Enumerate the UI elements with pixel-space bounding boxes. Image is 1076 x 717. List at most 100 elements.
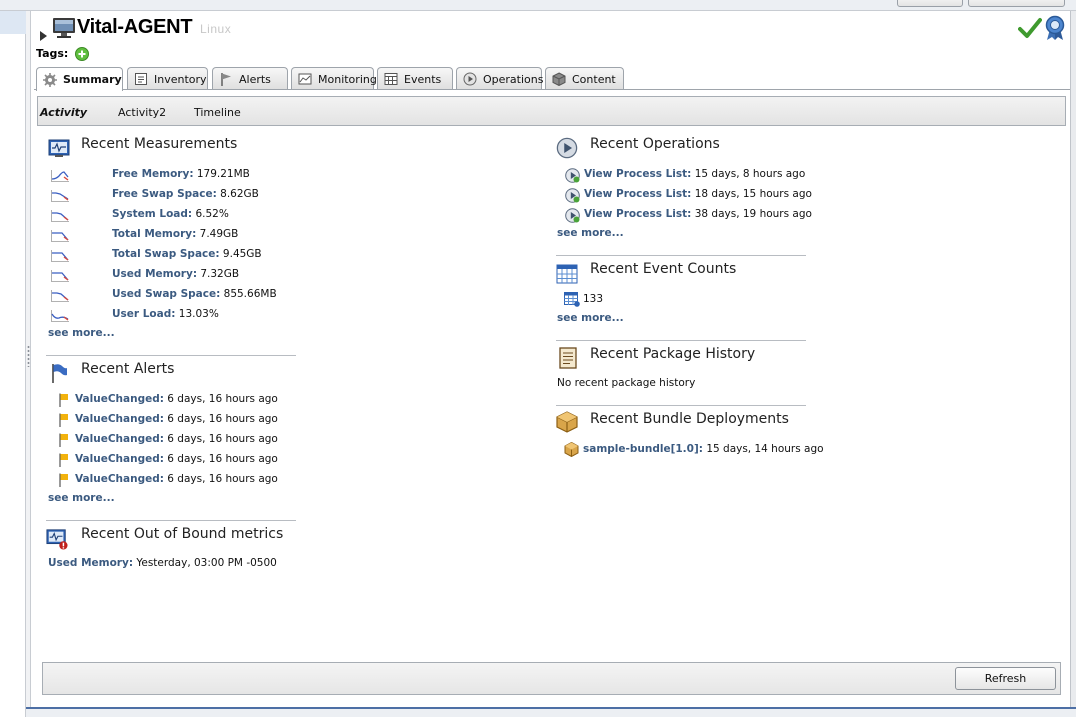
- measurement-sparkline-icon: [51, 270, 69, 282]
- measurement-sparkline-icon: [51, 210, 69, 222]
- tab-label: Alerts: [239, 72, 271, 86]
- operation-time: 38 days, 19 hours ago: [694, 208, 812, 220]
- measurement-link[interactable]: Free Swap Space:: [112, 188, 217, 200]
- left-nav-selected-row[interactable]: [0, 11, 26, 34]
- measurement-value: 13.03%: [178, 308, 219, 320]
- operations-see-more-link[interactable]: see more...: [557, 227, 624, 239]
- bottom-status-strip: [26, 707, 1076, 717]
- alert-link[interactable]: ValueChanged:: [75, 453, 164, 465]
- alert-flag-icon: [59, 413, 68, 427]
- alert-time: 6 days, 16 hours ago: [167, 393, 278, 405]
- measurements-icon: [48, 139, 70, 157]
- measurements-see-more-link[interactable]: see more...: [48, 327, 115, 339]
- measurement-link[interactable]: User Load:: [112, 308, 175, 320]
- events-see-more-link[interactable]: see more...: [557, 312, 624, 324]
- availability-check-icon: [1018, 18, 1042, 38]
- operation-run-icon: [565, 208, 580, 223]
- measurement-value: 855.66MB: [223, 288, 277, 300]
- package-icon: [552, 72, 566, 86]
- bundle-link[interactable]: sample-bundle[1.0]:: [583, 443, 703, 455]
- alert-row: ValueChanged: 6 days, 16 hours ago: [75, 453, 278, 465]
- alert-link[interactable]: ValueChanged:: [75, 433, 164, 445]
- recent-alerts-title: Recent Alerts: [81, 361, 175, 377]
- tab-label: Operations: [483, 72, 544, 86]
- alerts-see-more-link[interactable]: see more...: [48, 492, 115, 504]
- tab-inventory[interactable]: Inventory: [127, 67, 208, 90]
- bundle-deployments-icon: [556, 411, 578, 433]
- oob-metric-link[interactable]: Used Memory:: [48, 557, 133, 569]
- section-divider: [556, 340, 806, 341]
- operation-link[interactable]: View Process List:: [584, 168, 691, 180]
- event-counts-icon: [556, 264, 578, 284]
- measurement-value: 8.62GB: [220, 188, 259, 200]
- subtab-bar: Activity Activity2 Timeline: [37, 96, 1066, 126]
- events-icon: [384, 73, 398, 85]
- tab-content[interactable]: Content: [545, 67, 624, 90]
- measurement-value: 7.32GB: [200, 268, 240, 280]
- alert-row: ValueChanged: 6 days, 16 hours ago: [75, 473, 278, 485]
- subtab-timeline[interactable]: Timeline: [194, 106, 241, 119]
- tab-label: Monitoring: [318, 72, 377, 86]
- bundle-icon: [564, 442, 579, 457]
- measurement-link[interactable]: Total Memory:: [112, 228, 196, 240]
- tab-label: Content: [572, 72, 616, 86]
- measurement-sparkline-icon: [51, 310, 69, 322]
- alert-time: 6 days, 16 hours ago: [167, 473, 278, 485]
- measurement-row: Total Swap Space: 9.45GB: [112, 248, 262, 260]
- tab-label: Inventory: [154, 72, 207, 86]
- measurement-sparkline-icon: [51, 190, 69, 202]
- tab-monitoring[interactable]: Monitoring: [291, 67, 377, 90]
- subtab-activity2[interactable]: Activity2: [118, 106, 166, 119]
- alert-time: 6 days, 16 hours ago: [167, 413, 278, 425]
- alert-row: ValueChanged: 6 days, 16 hours ago: [75, 393, 278, 405]
- recent-operations-title: Recent Operations: [590, 136, 720, 152]
- recent-measurements-title: Recent Measurements: [81, 136, 238, 152]
- alert-flag-icon: [59, 433, 68, 447]
- measurement-sparkline-icon: [51, 170, 69, 182]
- alert-link[interactable]: ValueChanged:: [75, 473, 164, 485]
- event-table-icon: [564, 292, 580, 307]
- measurement-row: System Load: 6.52%: [112, 208, 229, 220]
- package-history-empty-text: No recent package history: [557, 377, 696, 389]
- alert-time: 6 days, 16 hours ago: [167, 433, 278, 445]
- section-divider: [556, 405, 806, 406]
- inventory-icon: [135, 73, 147, 85]
- tab-alerts[interactable]: Alerts: [212, 67, 288, 90]
- measurement-link[interactable]: Used Memory:: [112, 268, 197, 280]
- add-tag-icon[interactable]: [75, 47, 89, 61]
- measurement-link[interactable]: Used Swap Space:: [112, 288, 220, 300]
- tab-events[interactable]: Events: [377, 67, 453, 90]
- expand-arrow-icon[interactable]: [40, 31, 47, 41]
- operation-run-icon: [565, 168, 580, 183]
- measurement-link[interactable]: Free Memory:: [112, 168, 194, 180]
- tab-operations[interactable]: Operations: [456, 67, 544, 90]
- alert-row: ValueChanged: 6 days, 16 hours ago: [75, 413, 278, 425]
- measurement-value: 179.21MB: [196, 168, 250, 180]
- splitter-grip[interactable]: [27, 345, 30, 367]
- favorite-badge-icon[interactable]: [1044, 15, 1066, 41]
- flag-icon: [221, 73, 231, 86]
- operation-time: 18 days, 15 hours ago: [694, 188, 812, 200]
- alert-flag-icon: [59, 473, 68, 487]
- subtab-activity[interactable]: Activity: [40, 106, 87, 119]
- alert-link[interactable]: ValueChanged:: [75, 393, 164, 405]
- measurement-link[interactable]: Total Swap Space:: [112, 248, 220, 260]
- top-button-right[interactable]: [968, 0, 1065, 7]
- alert-flag-icon: [59, 393, 68, 407]
- operation-link[interactable]: View Process List:: [584, 188, 691, 200]
- refresh-button[interactable]: Refresh: [955, 667, 1056, 690]
- measurement-link[interactable]: System Load:: [112, 208, 192, 220]
- operation-row: View Process List: 38 days, 19 hours ago: [584, 208, 812, 220]
- recent-oob-metrics-title: Recent Out of Bound metrics: [81, 526, 284, 542]
- vertical-scrollbar[interactable]: [1070, 11, 1076, 717]
- measurement-row: Free Memory: 179.21MB: [112, 168, 250, 180]
- operation-run-icon: [565, 188, 580, 203]
- operation-link[interactable]: View Process List:: [584, 208, 691, 220]
- tab-summary[interactable]: Summary: [36, 67, 123, 91]
- alert-link[interactable]: ValueChanged:: [75, 413, 164, 425]
- top-button-left[interactable]: [897, 0, 963, 7]
- left-navigation-panel: [0, 11, 26, 717]
- tags-label: Tags:: [36, 47, 69, 60]
- oob-metric-row: Used Memory: Yesterday, 03:00 PM -0500: [48, 557, 277, 569]
- measurement-row: Used Memory: 7.32GB: [112, 268, 239, 280]
